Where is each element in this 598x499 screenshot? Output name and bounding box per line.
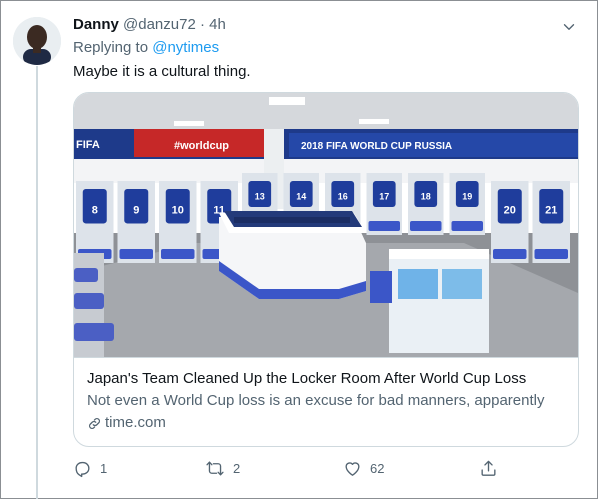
jersey-number: 8 <box>92 205 98 217</box>
replying-prefix: Replying to <box>73 39 149 56</box>
jersey-number: 21 <box>545 205 557 217</box>
reply-button[interactable]: 1 <box>73 456 107 480</box>
jersey-number: 17 <box>379 192 389 202</box>
tweet-header: Danny @danzu72 · 4h <box>73 15 226 35</box>
card-title[interactable]: Japan's Team Cleaned Up the Locker Room … <box>87 369 526 389</box>
tweet-text: Maybe it is a cultural thing. <box>73 63 251 80</box>
locker-seat <box>368 221 400 231</box>
banner-fifa-text: FIFA <box>76 139 100 151</box>
banner-russia-text: 2018 FIFA WORLD CUP RUSSIA <box>301 141 452 152</box>
locker-seat <box>410 221 442 231</box>
locker-seat <box>534 249 568 259</box>
locker-seat <box>493 249 527 259</box>
tweet-actions: 1 2 62 <box>73 456 503 480</box>
card-body: Japan's Team Cleaned Up the Locker Room … <box>74 357 578 446</box>
card-domain-text: time.com <box>105 414 166 431</box>
link-card[interactable]: FIFA #worldcup 2018 FIFA WORLD CUP RUSSI… <box>73 92 579 447</box>
like-count: 62 <box>370 460 385 476</box>
thread-line <box>36 66 38 499</box>
more-button[interactable] <box>557 15 581 39</box>
card-domain[interactable]: time.com <box>87 413 166 433</box>
jersey-number: 13 <box>255 192 265 202</box>
like-button[interactable]: 62 <box>343 456 384 480</box>
separator-dot: · <box>199 16 205 33</box>
avatar-image <box>13 17 61 65</box>
card-description: Not even a World Cup loss is an excuse f… <box>87 392 545 409</box>
banner-worldcup-text: #worldcup <box>174 140 229 152</box>
jersey-number: 20 <box>504 205 516 217</box>
reply-icon <box>75 461 90 477</box>
jersey-number: 18 <box>421 192 431 202</box>
share-icon <box>481 460 496 476</box>
retweet-icon <box>206 460 224 476</box>
jersey-number: 16 <box>338 192 348 202</box>
jersey-number: 9 <box>133 205 139 217</box>
link-icon <box>89 417 100 429</box>
card-image: FIFA #worldcup 2018 FIFA WORLD CUP RUSSI… <box>74 93 578 357</box>
reply-count: 1 <box>100 460 108 476</box>
replying-mention-link[interactable]: @nytimes <box>152 39 219 56</box>
avatar[interactable] <box>13 17 61 65</box>
jersey-number: 19 <box>462 192 472 202</box>
locker-seat <box>451 221 483 231</box>
like-icon <box>345 461 360 476</box>
jersey-number: 10 <box>172 205 184 217</box>
replying-to: Replying to @nytimes <box>73 38 219 58</box>
locker-seat <box>119 249 153 259</box>
retweet-button[interactable]: 2 <box>205 456 240 480</box>
locker-seat <box>161 249 195 259</box>
timestamp[interactable]: 4h <box>209 16 226 33</box>
display-name[interactable]: Danny <box>73 16 119 33</box>
retweet-count: 2 <box>233 460 241 476</box>
more-icon <box>563 24 575 30</box>
jersey-number: 14 <box>296 192 306 202</box>
user-handle[interactable]: @danzu72 <box>123 16 196 33</box>
share-button[interactable] <box>479 456 498 480</box>
